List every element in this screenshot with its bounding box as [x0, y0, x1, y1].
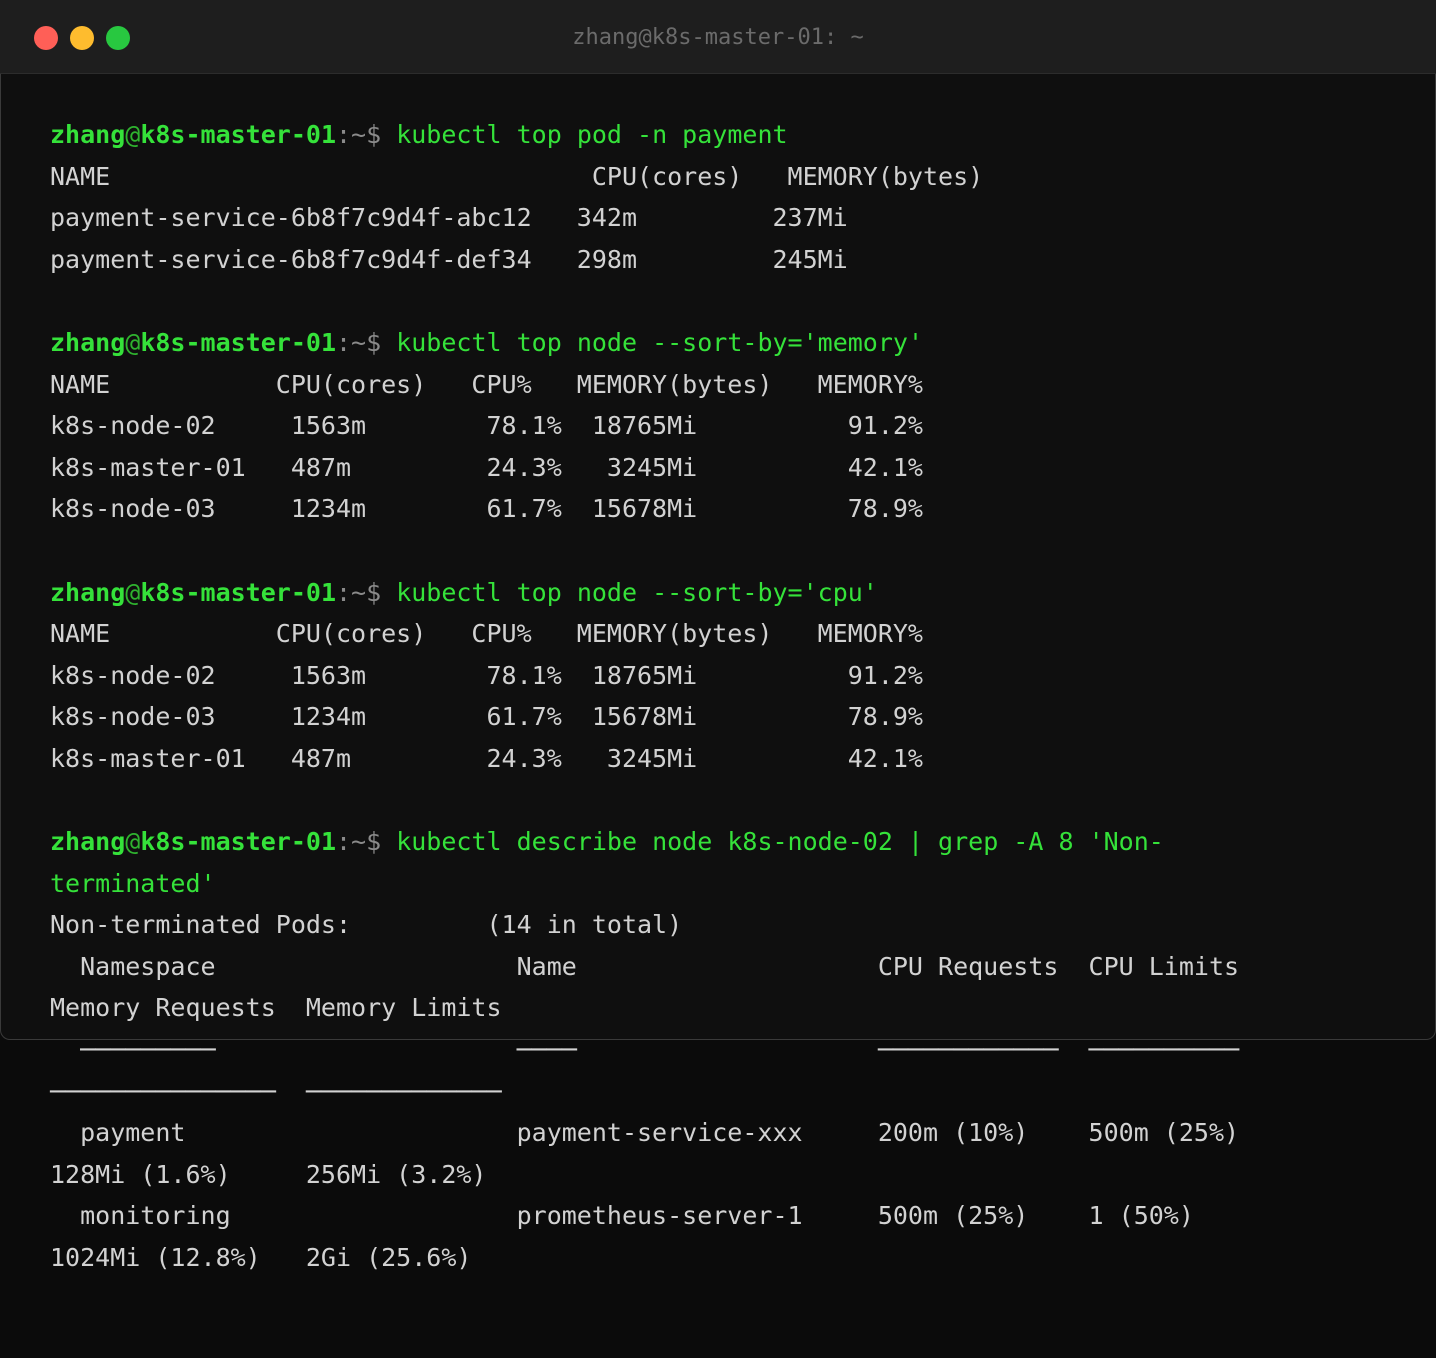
output-text: NAME CPU(cores) CPU% MEMORY(bytes) MEMOR…	[50, 369, 923, 399]
output-line: Memory Requests Memory Limits	[50, 987, 1420, 1029]
output-text: Non-terminated Pods: (14 in total)	[50, 910, 683, 940]
output-text: ─────────────── ─────────────	[50, 1076, 502, 1106]
prompt-user: zhang	[50, 577, 126, 607]
output-text: Memory Requests Memory Limits	[50, 993, 502, 1023]
output-line: k8s-node-03 1234m 61.7% 15678Mi 78.9%	[50, 488, 1420, 530]
output-line: NAME CPU(cores) CPU% MEMORY(bytes) MEMOR…	[50, 613, 1420, 655]
output-line: Non-terminated Pods: (14 in total)	[50, 904, 1420, 946]
output-text: NAME CPU(cores) CPU% MEMORY(bytes) MEMOR…	[50, 619, 923, 649]
command-text: kubectl top node --sort-by='memory'	[381, 327, 924, 357]
prompt-at: @	[125, 577, 141, 607]
output-line: k8s-master-01 487m 24.3% 3245Mi 42.1%	[50, 447, 1420, 489]
prompt-path: :~$	[336, 577, 382, 607]
output-text: ───────── ──── ──────────── ──────────	[50, 1035, 1240, 1065]
output-text: NAME CPU(cores) MEMORY(bytes)	[50, 161, 984, 191]
command-text: terminated'	[50, 868, 216, 898]
output-line: payment-service-6b8f7c9d4f-abc12 342m 23…	[50, 197, 1420, 239]
output-text: 1024Mi (12.8%) 2Gi (25.6%)	[50, 1243, 472, 1273]
output-text: monitoring prometheus-server-1 500m (25%…	[50, 1201, 1194, 1231]
prompt-at: @	[125, 120, 141, 149]
output-text: payment payment-service-xxx 200m (10%) 5…	[50, 1118, 1240, 1148]
prompt-path: :~$	[336, 120, 382, 149]
output-text: k8s-node-02 1563m 78.1% 18765Mi 91.2%	[50, 660, 923, 690]
output-line: monitoring prometheus-server-1 500m (25%…	[50, 1195, 1420, 1237]
prompt-at: @	[125, 327, 141, 357]
output-line: payment payment-service-xxx 200m (10%) 5…	[50, 1112, 1420, 1154]
prompt-line: zhang@k8s-master-01:~$ kubectl top node …	[50, 572, 1420, 614]
prompt-at: @	[125, 827, 141, 857]
output-line: NAME CPU(cores) MEMORY(bytes)	[50, 156, 1420, 198]
output-text: k8s-node-03 1234m 61.7% 15678Mi 78.9%	[50, 494, 923, 524]
window-title: zhang@k8s-master-01: ~	[572, 25, 864, 50]
command-text: kubectl describe node k8s-node-02 | grep…	[381, 827, 1164, 857]
prompt-line: zhang@k8s-master-01:~$ kubectl describe …	[50, 821, 1420, 863]
command-text: kubectl top pod -n payment	[381, 120, 788, 149]
prompt-host: k8s-master-01	[140, 120, 336, 149]
prompt-host: k8s-master-01	[140, 577, 336, 607]
output-line: NAME CPU(cores) CPU% MEMORY(bytes) MEMOR…	[50, 364, 1420, 406]
command-continuation: terminated'	[50, 863, 1420, 905]
output-line: 128Mi (1.6%) 256Mi (3.2%)	[50, 1154, 1420, 1196]
prompt-user: zhang	[50, 120, 126, 149]
output-text: payment-service-6b8f7c9d4f-def34 298m 24…	[50, 244, 848, 274]
output-line: 1024Mi (12.8%) 2Gi (25.6%)	[50, 1237, 1420, 1279]
output-text: k8s-master-01 487m 24.3% 3245Mi 42.1%	[50, 452, 923, 482]
output-text: Namespace Name CPU Requests CPU Limits	[50, 951, 1240, 981]
terminal-output[interactable]: zhang@k8s-master-01:~$ kubectl top pod -…	[50, 114, 1420, 1279]
output-line: ───────── ──── ──────────── ──────────	[50, 1029, 1420, 1071]
output-line: payment-service-6b8f7c9d4f-def34 298m 24…	[50, 239, 1420, 281]
output-line: Namespace Name CPU Requests CPU Limits	[50, 946, 1420, 988]
output-text: k8s-node-03 1234m 61.7% 15678Mi 78.9%	[50, 702, 923, 732]
prompt-line: zhang@k8s-master-01:~$ kubectl top node …	[50, 322, 1420, 364]
output-text: 128Mi (1.6%) 256Mi (3.2%)	[50, 1159, 487, 1189]
prompt-host: k8s-master-01	[140, 327, 336, 357]
output-line: k8s-node-02 1563m 78.1% 18765Mi 91.2%	[50, 655, 1420, 697]
prompt-path: :~$	[336, 827, 382, 857]
output-text: k8s-master-01 487m 24.3% 3245Mi 42.1%	[50, 743, 923, 773]
prompt-user: zhang	[50, 327, 126, 357]
title-bar[interactable]: zhang@k8s-master-01: ~	[0, 0, 1436, 74]
output-text: k8s-node-02 1563m 78.1% 18765Mi 91.2%	[50, 411, 923, 441]
command-text: kubectl top node --sort-by='cpu'	[381, 577, 878, 607]
output-line: k8s-node-02 1563m 78.1% 18765Mi 91.2%	[50, 405, 1420, 447]
prompt-user: zhang	[50, 827, 126, 857]
output-line: k8s-master-01 487m 24.3% 3245Mi 42.1%	[50, 738, 1420, 780]
prompt-line: zhang@k8s-master-01:~$ kubectl top pod -…	[50, 114, 1420, 156]
prompt-path: :~$	[336, 327, 382, 357]
output-text: payment-service-6b8f7c9d4f-abc12 342m 23…	[50, 203, 848, 233]
prompt-host: k8s-master-01	[140, 827, 336, 857]
output-line: k8s-node-03 1234m 61.7% 15678Mi 78.9%	[50, 696, 1420, 738]
output-line: ─────────────── ─────────────	[50, 1071, 1420, 1113]
